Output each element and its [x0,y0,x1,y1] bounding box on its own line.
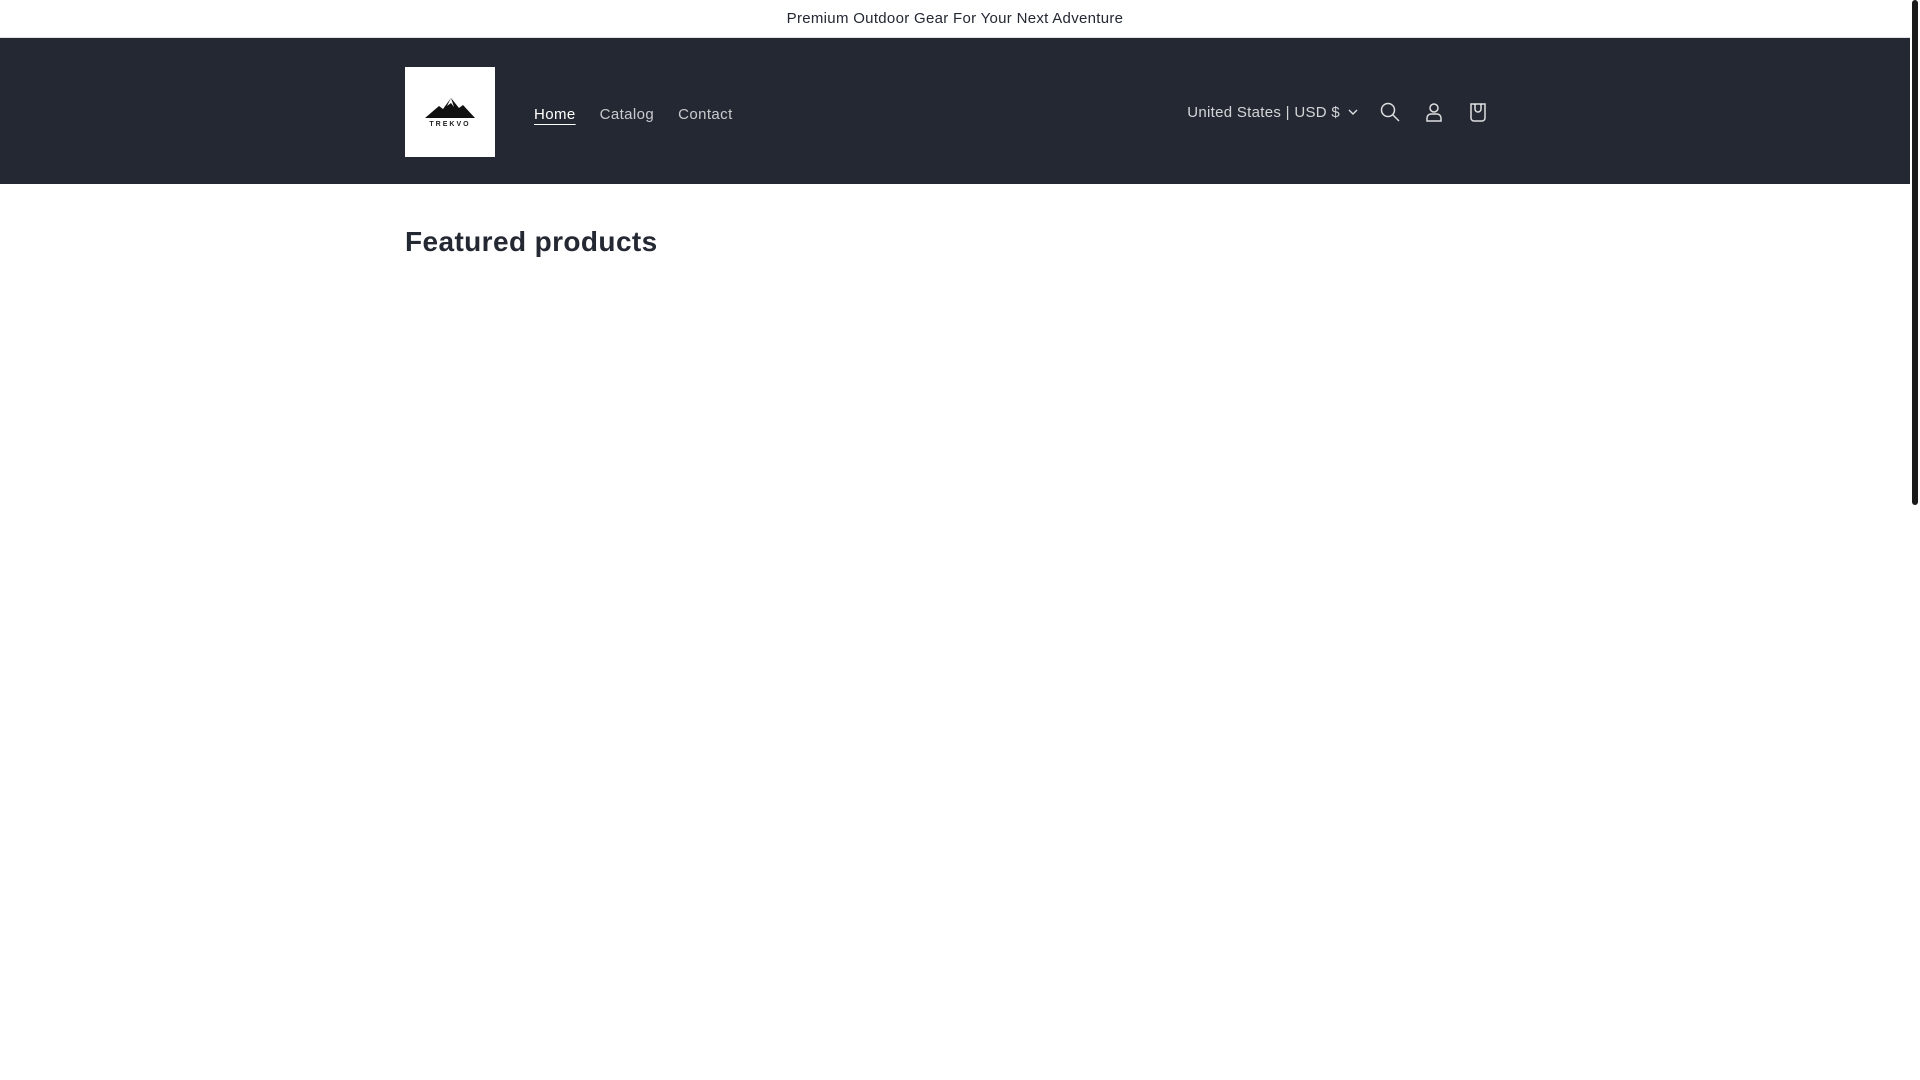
store-logo[interactable]: TREKVO [405,67,495,157]
featured-products-heading: Featured products [405,226,658,257]
nav-contact[interactable]: Contact [666,98,745,131]
announcement-text: Premium Outdoor Gear For Your Next Adven… [786,10,1124,27]
country-selector-label: United States | USD $ [1187,103,1340,121]
scrollbar[interactable] [1910,0,1920,1080]
scrollbar-thumb[interactable] [1912,0,1918,505]
cart-icon [1470,103,1486,122]
search-button[interactable] [1368,90,1412,134]
mountain-icon [425,98,475,118]
page: Premium Outdoor Gear For Your Next Adven… [0,0,1910,1080]
chevron-down-icon [1348,109,1358,115]
nav-catalog[interactable]: Catalog [588,98,667,131]
search-icon [1380,102,1400,122]
announcement-bar: Premium Outdoor Gear For Your Next Adven… [0,0,1910,38]
account-button[interactable] [1412,90,1456,134]
nav-home[interactable]: Home [522,98,588,131]
logo-text: TREKVO [429,121,471,128]
country-selector[interactable]: United States | USD $ [1187,104,1358,121]
cart-button[interactable] [1456,90,1500,134]
site-header: TREKVO Home Catalog Contact United State… [0,38,1910,184]
user-icon [1426,103,1442,122]
main-nav: Home Catalog Contact [522,98,745,131]
header-actions: United States | USD $ [1187,90,1500,134]
